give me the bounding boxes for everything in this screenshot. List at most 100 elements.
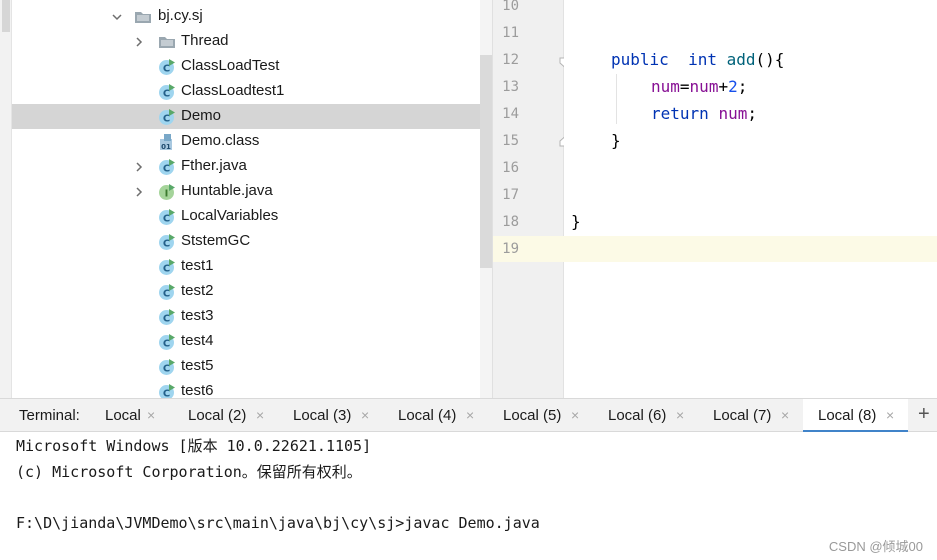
tree-item-test3[interactable]: Ctest3: [12, 304, 480, 329]
terminal-tab-local-7[interactable]: Local (7) ×: [713, 399, 798, 432]
terminal-tab-label: Local (7): [713, 407, 772, 424]
line-number: 11: [502, 25, 519, 41]
chevron-right-icon[interactable]: [134, 187, 144, 197]
tree-item-label: test3: [181, 307, 214, 324]
close-icon[interactable]: ×: [781, 407, 789, 423]
method-name: add: [726, 50, 756, 69]
tree-item-label: Thread: [181, 32, 229, 49]
tree-item-demo[interactable]: C Demo: [12, 104, 480, 129]
java-class-icon: C: [158, 233, 176, 251]
java-class-icon: C: [158, 83, 176, 101]
code-line-12[interactable]: public int add(){: [611, 50, 784, 69]
java-interface-icon: I: [158, 183, 176, 201]
terminal-output-line: (c) Microsoft Corporation。保留所有权利。: [16, 463, 362, 481]
java-class-icon: C: [158, 383, 176, 398]
java-class-icon: C: [158, 308, 176, 326]
code-line-13[interactable]: num=num+2;: [651, 77, 747, 96]
project-tree-scrollbar[interactable]: [480, 0, 492, 398]
tool-strip-scroll-thumb[interactable]: [2, 0, 10, 32]
tree-item-label: LocalVariables: [181, 207, 279, 224]
terminal-tab-label: Local: [105, 407, 141, 424]
terminal-tab-label: Local (8): [818, 407, 877, 424]
tree-item-test6[interactable]: Ctest6: [12, 379, 480, 398]
java-class-icon: C: [158, 258, 176, 276]
tree-item-classloadtest1[interactable]: C ClassLoadtest1: [12, 79, 480, 104]
chevron-right-icon[interactable]: [134, 162, 144, 172]
tree-item-label: StstemGC: [181, 232, 251, 249]
tree-item-label: test5: [181, 357, 214, 374]
close-icon[interactable]: ×: [571, 407, 579, 423]
folder-icon: [158, 33, 176, 51]
tree-item-ststemgc[interactable]: C StstemGC: [12, 229, 480, 254]
line-number: 17: [502, 187, 519, 203]
tree-item-label: ClassLoadtest1: [181, 82, 285, 99]
chevron-down-icon[interactable]: [112, 12, 122, 22]
line-number: 13: [502, 79, 519, 95]
tree-item-label: Demo: [181, 107, 222, 124]
line-number: 12: [502, 52, 519, 68]
line-number: 16: [502, 160, 519, 176]
tree-item-thread[interactable]: Thread: [12, 29, 480, 54]
method-parens: (){: [755, 50, 785, 69]
close-icon[interactable]: ×: [676, 407, 684, 423]
terminal-tab-label: Local (3): [293, 407, 352, 424]
keyword-int: int: [688, 50, 717, 69]
code-line-15[interactable]: }: [611, 131, 621, 150]
tree-item-demo-class[interactable]: 01 Demo.class: [12, 129, 480, 154]
current-line-highlight: [564, 236, 937, 262]
java-class-icon: C: [158, 58, 176, 76]
tree-item-label: ClassLoadTest: [181, 57, 280, 74]
tree-item-classloadtest[interactable]: C ClassLoadTest: [12, 54, 480, 79]
close-icon[interactable]: ×: [361, 407, 369, 423]
terminal-tab-local-5[interactable]: Local (5) ×: [503, 399, 588, 432]
tree-item-localvariables[interactable]: C LocalVariables: [12, 204, 480, 229]
close-icon[interactable]: ×: [256, 407, 264, 423]
add-tab-icon[interactable]: +: [918, 403, 930, 426]
tree-item-fther-java[interactable]: C Fther.java: [12, 154, 480, 179]
tree-item-test5[interactable]: Ctest5: [12, 354, 480, 379]
tree-item-label: test1: [181, 257, 214, 274]
code-line-18[interactable]: }: [571, 212, 581, 231]
tree-item-label: test4: [181, 332, 214, 349]
tree-item-label: test6: [181, 382, 214, 398]
terminal-tab-bar: Terminal: + Local × Local (2) × Local (3) × Lo…: [0, 398, 937, 433]
tree-item-test4[interactable]: Ctest4: [12, 329, 480, 354]
close-icon[interactable]: ×: [466, 407, 474, 423]
indent-guide: [616, 74, 617, 124]
tree-item-test2[interactable]: Ctest2: [12, 279, 480, 304]
tree-scroll-thumb[interactable]: [480, 55, 492, 268]
close-icon[interactable]: ×: [147, 407, 155, 423]
terminal-output-line: Microsoft Windows [版本 10.0.22621.1105]: [16, 437, 372, 455]
tree-item-label: Fther.java: [181, 157, 247, 174]
field-ref: num: [689, 77, 719, 96]
terminal-tab-local-3[interactable]: Local (3) ×: [293, 399, 378, 432]
line-number: 18: [502, 214, 519, 230]
terminal-output[interactable]: Microsoft Windows [版本 10.0.22621.1105] (c…: [0, 432, 937, 560]
terminal-tab-local-4[interactable]: Local (4) ×: [398, 399, 483, 432]
tree-item-huntable-java[interactable]: I Huntable.java: [12, 179, 480, 204]
line-number: 15: [502, 133, 519, 149]
tree-item-test1[interactable]: Ctest1: [12, 254, 480, 279]
close-icon[interactable]: ×: [886, 407, 894, 423]
keyword-return: return: [651, 104, 709, 123]
tree-package-row[interactable]: bj.cy.sj: [12, 4, 480, 29]
code-line-14[interactable]: return num;: [651, 104, 757, 123]
terminal-tab-label: Local (4): [398, 407, 457, 424]
chevron-right-icon[interactable]: [134, 37, 144, 47]
code-editor[interactable]: public int add(){ num=num+2; return num;…: [564, 0, 937, 398]
terminal-tab-local-8[interactable]: Local (8) ×: [803, 399, 908, 433]
java-class-icon: C: [158, 283, 176, 301]
java-class-icon: C: [158, 108, 176, 126]
line-number: 14: [502, 106, 519, 122]
terminal-tab-local-2[interactable]: Local (2) ×: [188, 399, 273, 432]
svg-text:I: I: [165, 189, 169, 200]
terminal-tab-local[interactable]: Local ×: [105, 399, 165, 432]
field-ref: num: [651, 77, 680, 96]
semicolon: ;: [747, 104, 757, 123]
java-class-icon: C: [158, 333, 176, 351]
terminal-tab-local-6[interactable]: Local (6) ×: [608, 399, 693, 432]
line-number: 19: [502, 241, 519, 257]
class-file-icon: 01: [158, 133, 176, 151]
semicolon: ;: [737, 77, 748, 96]
tree-item-label: test2: [181, 282, 214, 299]
